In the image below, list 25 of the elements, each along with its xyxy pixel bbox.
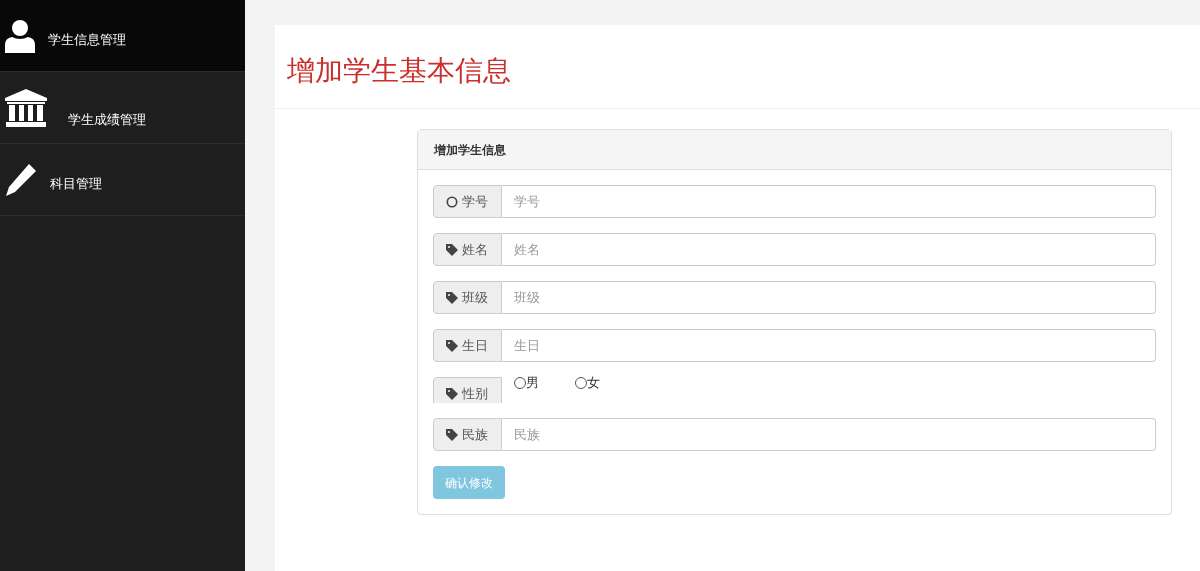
- tag-icon: [446, 428, 458, 441]
- pencil-icon: [4, 161, 38, 198]
- field-label: 性别: [433, 377, 502, 403]
- tag-icon: [446, 339, 458, 352]
- input-field[interactable]: 姓名: [502, 233, 1156, 266]
- tag-icon: [446, 291, 458, 304]
- input-field[interactable]: 生日: [502, 329, 1156, 362]
- field-label: 民族: [433, 418, 502, 451]
- input-field[interactable]: 学号: [502, 185, 1156, 218]
- user-icon: [4, 18, 36, 53]
- tag-icon: [446, 243, 458, 256]
- page-title: 增加学生基本信息: [287, 53, 512, 88]
- field-label: 学号: [433, 185, 502, 218]
- sidebar-item[interactable]: 学生信息管理: [0, 0, 245, 72]
- input-field[interactable]: 班级: [502, 281, 1156, 314]
- field-label: 姓名: [433, 233, 502, 266]
- bank-icon: [4, 87, 48, 128]
- field-label: 班级: [433, 281, 502, 314]
- card-title: 增加学生信息: [434, 141, 506, 159]
- tag-icon: [446, 387, 458, 400]
- input-field[interactable]: 民族: [502, 418, 1156, 451]
- radio-option[interactable]: 男: [514, 373, 539, 393]
- circle-icon: [446, 195, 458, 208]
- field-label: 生日: [433, 329, 502, 362]
- radio-option[interactable]: 女: [575, 373, 600, 393]
